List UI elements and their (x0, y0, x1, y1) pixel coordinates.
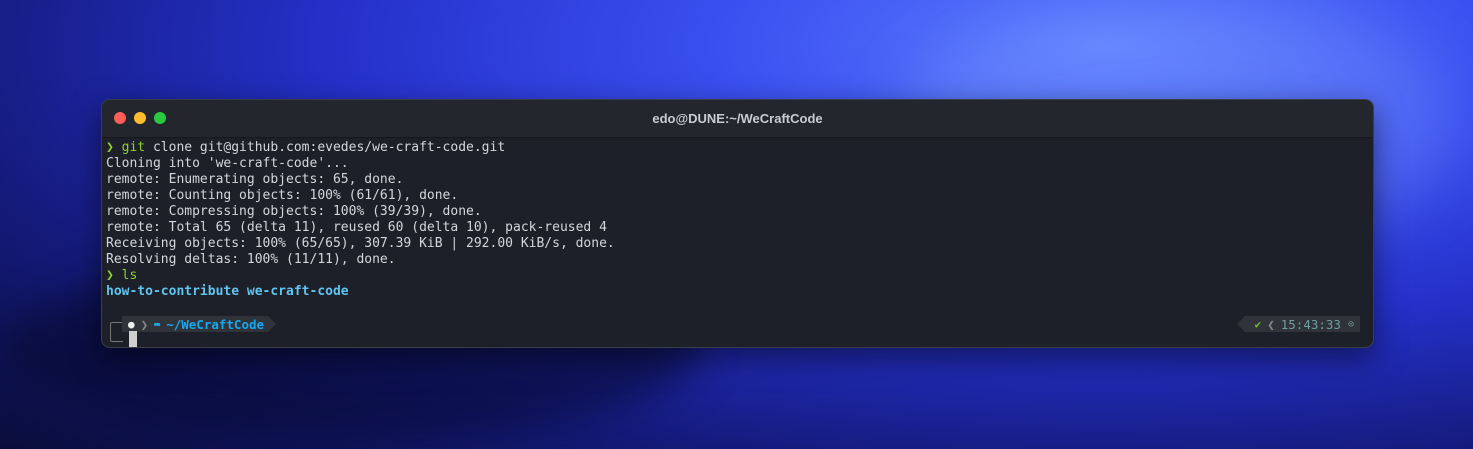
clock-time: 15:43:33 (1280, 316, 1341, 332)
command-line: ❯ git clone git@github.com:evedes/we-cra… (106, 140, 615, 156)
check-icon: ✔ (1254, 317, 1262, 331)
folder-icon: ▬ (154, 318, 161, 330)
window-title: edo@DUNE:~/WeCraftCode (652, 111, 823, 126)
clock-icon: ⊙ (1347, 318, 1354, 330)
output-line: remote: Counting objects: 100% (61/61), … (106, 188, 459, 203)
output-line: Resolving deltas: 100% (11/11), done. (106, 252, 396, 267)
output-line: remote: Enumerating objects: 65, done. (106, 172, 404, 187)
separator: ❮ (1267, 316, 1275, 332)
output-line: Receiving objects: 100% (65/65), 307.39 … (106, 236, 615, 251)
separator: ❯ (140, 316, 149, 332)
current-path: ~/WeCraftCode (166, 316, 265, 332)
terminal-output[interactable]: ❯ git clone git@github.com:evedes/we-cra… (106, 140, 615, 300)
output-line: remote: Total 65 (delta 11), reused 60 (… (106, 220, 607, 235)
output-line: Cloning into 'we-craft-code'... (106, 156, 349, 171)
prompt-right-segment: ✔ ❮ 15:43:33 ⊙ (1236, 316, 1360, 332)
command-text: ls (121, 268, 138, 283)
prompt-left-segment: ● ❯ ▬ ~/WeCraftCode (122, 316, 277, 332)
apple-icon: ● (128, 317, 135, 331)
prompt-arrow: ❯ (106, 268, 114, 283)
text-cursor (129, 331, 137, 347)
title-bar: edo@DUNE:~/WeCraftCode (102, 100, 1373, 138)
output-line: remote: Compressing objects: 100% (39/39… (106, 204, 482, 219)
directory-listing: how-to-contribute we-craft-code (106, 284, 349, 299)
command-text: git clone git@github.com:evedes/we-craft… (121, 140, 506, 155)
command-line: ❯ ls (106, 268, 615, 284)
terminal-window: edo@DUNE:~/WeCraftCode ❯ git clone git@g… (101, 99, 1374, 348)
prompt-arrow: ❯ (106, 140, 114, 155)
